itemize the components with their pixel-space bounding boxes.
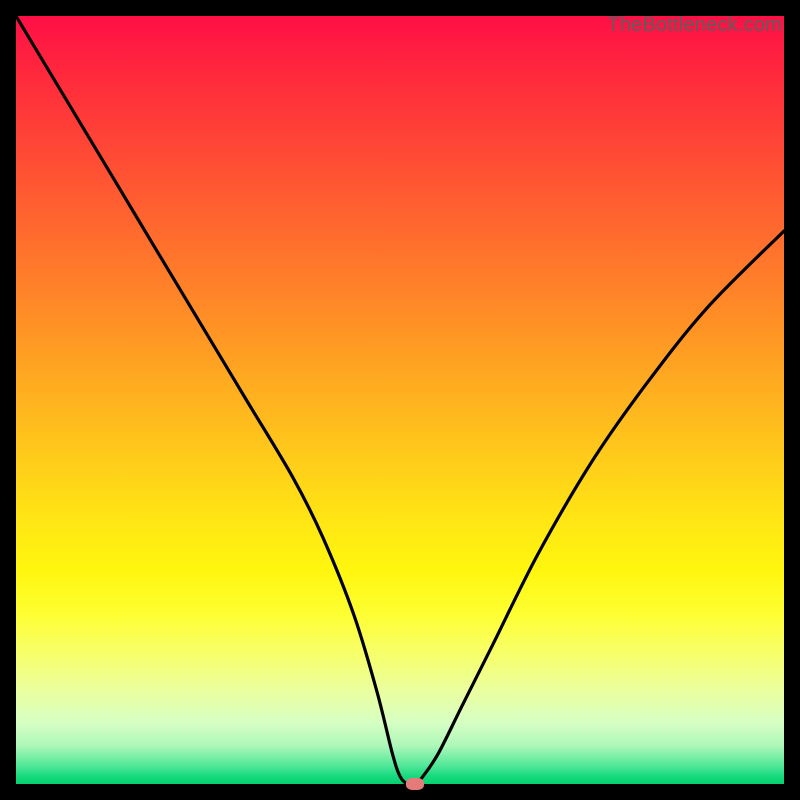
optimal-point-marker [406,778,424,790]
chart-frame: TheBottleneck.com [16,16,784,784]
watermark-text: TheBottleneck.com [607,14,782,37]
bottleneck-curve [16,16,784,784]
